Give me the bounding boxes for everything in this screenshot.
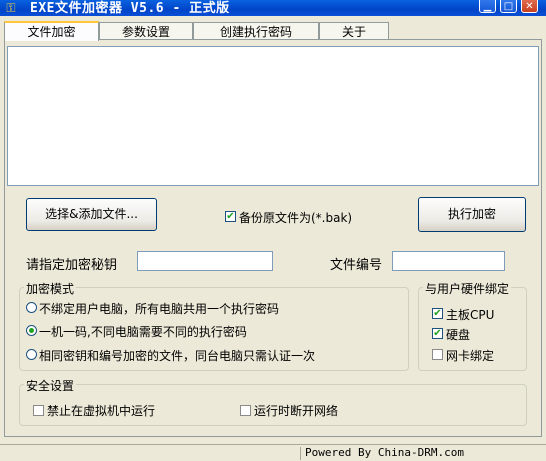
window-title: EXE文件加密器 V5.6 - 正式版: [30, 1, 230, 16]
bind-nic-label: 网卡绑定: [446, 349, 495, 363]
powered-by-text: Powered By China-DRM.com: [305, 446, 464, 459]
mode-same-key-label: 相同密钥和编号加密的文件，同台电脑只需认证一次: [39, 349, 316, 363]
bind-disk-label: 硬盘: [446, 328, 471, 342]
bind-disk-checkbox[interactable]: ✔: [432, 328, 443, 339]
block-vm-label: 禁止在虚拟机中运行: [47, 404, 156, 418]
file-number-input[interactable]: [392, 251, 505, 271]
minimize-button[interactable]: ▁: [479, 0, 496, 13]
tab-create-exec-password[interactable]: 创建执行密码: [193, 22, 319, 40]
app-key-icon: ⚿: [6, 1, 16, 15]
hardware-binding-title: 与用户硬件绑定: [423, 280, 512, 297]
status-bar: Powered By China-DRM.com: [0, 444, 546, 461]
title-bar: ⚿ EXE文件加密器 V5.6 - 正式版 ▁ □ ✕: [0, 0, 546, 16]
bind-cpu-checkbox[interactable]: ✔: [432, 308, 443, 319]
mode-radio-shared[interactable]: [26, 302, 37, 313]
mode-shared-label: 不绑定用户电脑，所有电脑共用一个执行密码: [39, 302, 280, 316]
file-list[interactable]: [7, 46, 539, 186]
tab-about[interactable]: 关于: [319, 22, 389, 40]
disconnect-network-checkbox[interactable]: [240, 405, 251, 416]
backup-label: 备份原文件为(*.bak): [239, 211, 353, 225]
tab-file-encrypt[interactable]: 文件加密: [4, 21, 99, 41]
secret-key-input[interactable]: [137, 251, 273, 271]
file-number-label: 文件编号: [330, 258, 383, 273]
disconnect-network-label: 运行时断开网络: [254, 404, 339, 418]
select-add-files-button[interactable]: 选择&添加文件...: [26, 198, 157, 231]
tab-parameter-settings[interactable]: 参数设置: [99, 22, 193, 40]
security-title: 安全设置: [24, 377, 77, 394]
mode-radio-same-key[interactable]: [26, 349, 37, 360]
block-vm-checkbox[interactable]: [33, 405, 44, 416]
backup-checkbox[interactable]: ✔: [225, 211, 236, 222]
maximize-button[interactable]: □: [500, 0, 517, 13]
mode-radio-per-machine[interactable]: [26, 325, 37, 336]
mode-per-machine-label: 一机一码,不同电脑需要不同的执行密码: [39, 325, 247, 339]
secret-key-label: 请指定加密秘钥: [26, 258, 118, 273]
bind-cpu-label: 主板CPU: [446, 308, 495, 322]
close-button[interactable]: ✕: [521, 0, 538, 13]
encrypt-mode-title: 加密模式: [24, 280, 77, 297]
encrypt-button[interactable]: 执行加密: [418, 197, 526, 232]
status-divider: [300, 447, 301, 460]
bind-nic-checkbox[interactable]: [432, 349, 443, 360]
